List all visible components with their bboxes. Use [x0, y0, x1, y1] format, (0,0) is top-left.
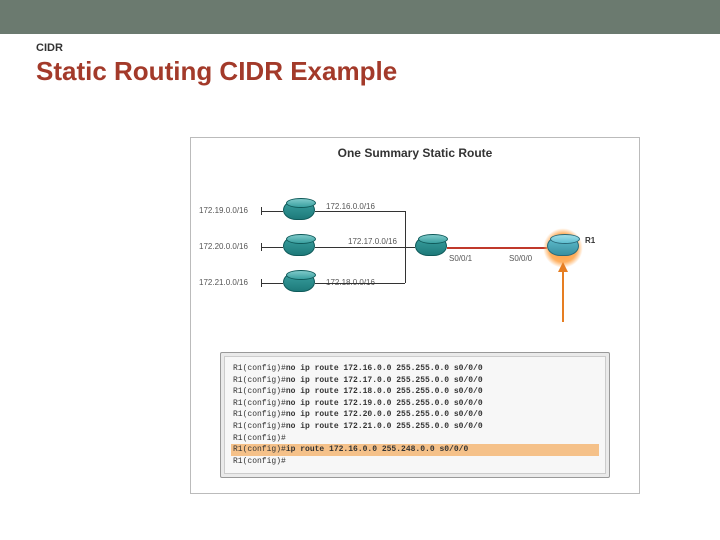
cli-prompt: R1(config)#: [233, 387, 286, 396]
router-left-1: [283, 200, 315, 222]
stub-line-1: [261, 211, 283, 212]
cli-cmd: no ip route 172.21.0.0 255.255.0.0 s0/0/…: [286, 422, 483, 431]
cli-line: R1(config)#no ip route 172.18.0.0 255.25…: [233, 386, 597, 398]
network-topology: 172.19.0.0/16 172.20.0.0/16 172.21.0.0/1…: [191, 162, 641, 332]
router-r1: [547, 236, 579, 258]
cli-cmd: no ip route 172.18.0.0 255.255.0.0 s0/0/…: [286, 387, 483, 396]
net-left-2: 172.20.0.0/16: [199, 242, 248, 251]
cli-prompt: R1(config)#: [233, 422, 286, 431]
header: CIDR Static Routing CIDR Example: [0, 34, 720, 87]
cli-prompt: R1(config)#: [233, 445, 286, 454]
router-hub: [415, 236, 447, 258]
stub-line-2: [261, 247, 283, 248]
cli-prompt: R1(config)#: [233, 410, 286, 419]
diagram-title: One Summary Static Route: [191, 138, 639, 162]
eyebrow-label: CIDR: [36, 42, 720, 54]
cli-prompt: R1(config)#: [233, 376, 286, 385]
cli-line: R1(config)#no ip route 172.19.0.0 255.25…: [233, 398, 597, 410]
page-title: Static Routing CIDR Example: [36, 56, 720, 87]
serial-right-label: S0/0/0: [509, 254, 532, 263]
r1-label: R1: [585, 236, 595, 245]
diagram-panel: One Summary Static Route 172.19.0.0/16 1…: [190, 137, 640, 494]
cli-prompt: R1(config)#: [233, 457, 286, 466]
link-top-v: [405, 211, 406, 247]
cli-cmd: no ip route 172.17.0.0 255.255.0.0 s0/0/…: [286, 376, 483, 385]
cli-cmd: no ip route 172.19.0.0 255.255.0.0 s0/0/…: [286, 399, 483, 408]
stub-line-3: [261, 283, 283, 284]
cli-cmd: no ip route 172.16.0.0 255.255.0.0 s0/0/…: [286, 364, 483, 373]
cli-line: R1(config)#no ip route 172.20.0.0 255.25…: [233, 409, 597, 421]
arrow-head-icon: [558, 262, 568, 272]
cli-cmd: no ip route 172.20.0.0 255.255.0.0 s0/0/…: [286, 410, 483, 419]
cli-box-inner: R1(config)#no ip route 172.16.0.0 255.25…: [224, 356, 606, 474]
serial-link: [447, 247, 547, 249]
cli-prompt: R1(config)#: [233, 399, 286, 408]
link-mid-h: [315, 247, 415, 248]
cli-line: R1(config)#: [233, 456, 597, 468]
cli-line: R1(config)#no ip route 172.17.0.0 255.25…: [233, 375, 597, 387]
cli-line: R1(config)#no ip route 172.16.0.0 255.25…: [233, 363, 597, 375]
cli-cmd: ip route 172.16.0.0 255.248.0.0 s0/0/0: [286, 445, 468, 454]
cli-prompt: R1(config)#: [233, 364, 286, 373]
cli-prompt: R1(config)#: [233, 434, 286, 443]
net-left-3: 172.21.0.0/16: [199, 278, 248, 287]
top-bar: [0, 0, 720, 34]
router-left-2: [283, 236, 315, 258]
link-bot-h: [315, 283, 405, 284]
link-top-h: [315, 211, 405, 212]
cli-line: R1(config)#: [233, 433, 597, 445]
net-left-1: 172.19.0.0/16: [199, 206, 248, 215]
router-left-3: [283, 272, 315, 294]
cli-box: R1(config)#no ip route 172.16.0.0 255.25…: [220, 352, 610, 478]
link-bot-v: [405, 247, 406, 283]
arrow-line: [562, 272, 564, 322]
serial-left-label: S0/0/1: [449, 254, 472, 263]
net-mid-1: 172.16.0.0/16: [326, 202, 375, 211]
cli-line: R1(config)#no ip route 172.21.0.0 255.25…: [233, 421, 597, 433]
net-mid-2: 172.17.0.0/16: [348, 237, 397, 246]
cli-line: R1(config)#ip route 172.16.0.0 255.248.0…: [231, 444, 599, 456]
